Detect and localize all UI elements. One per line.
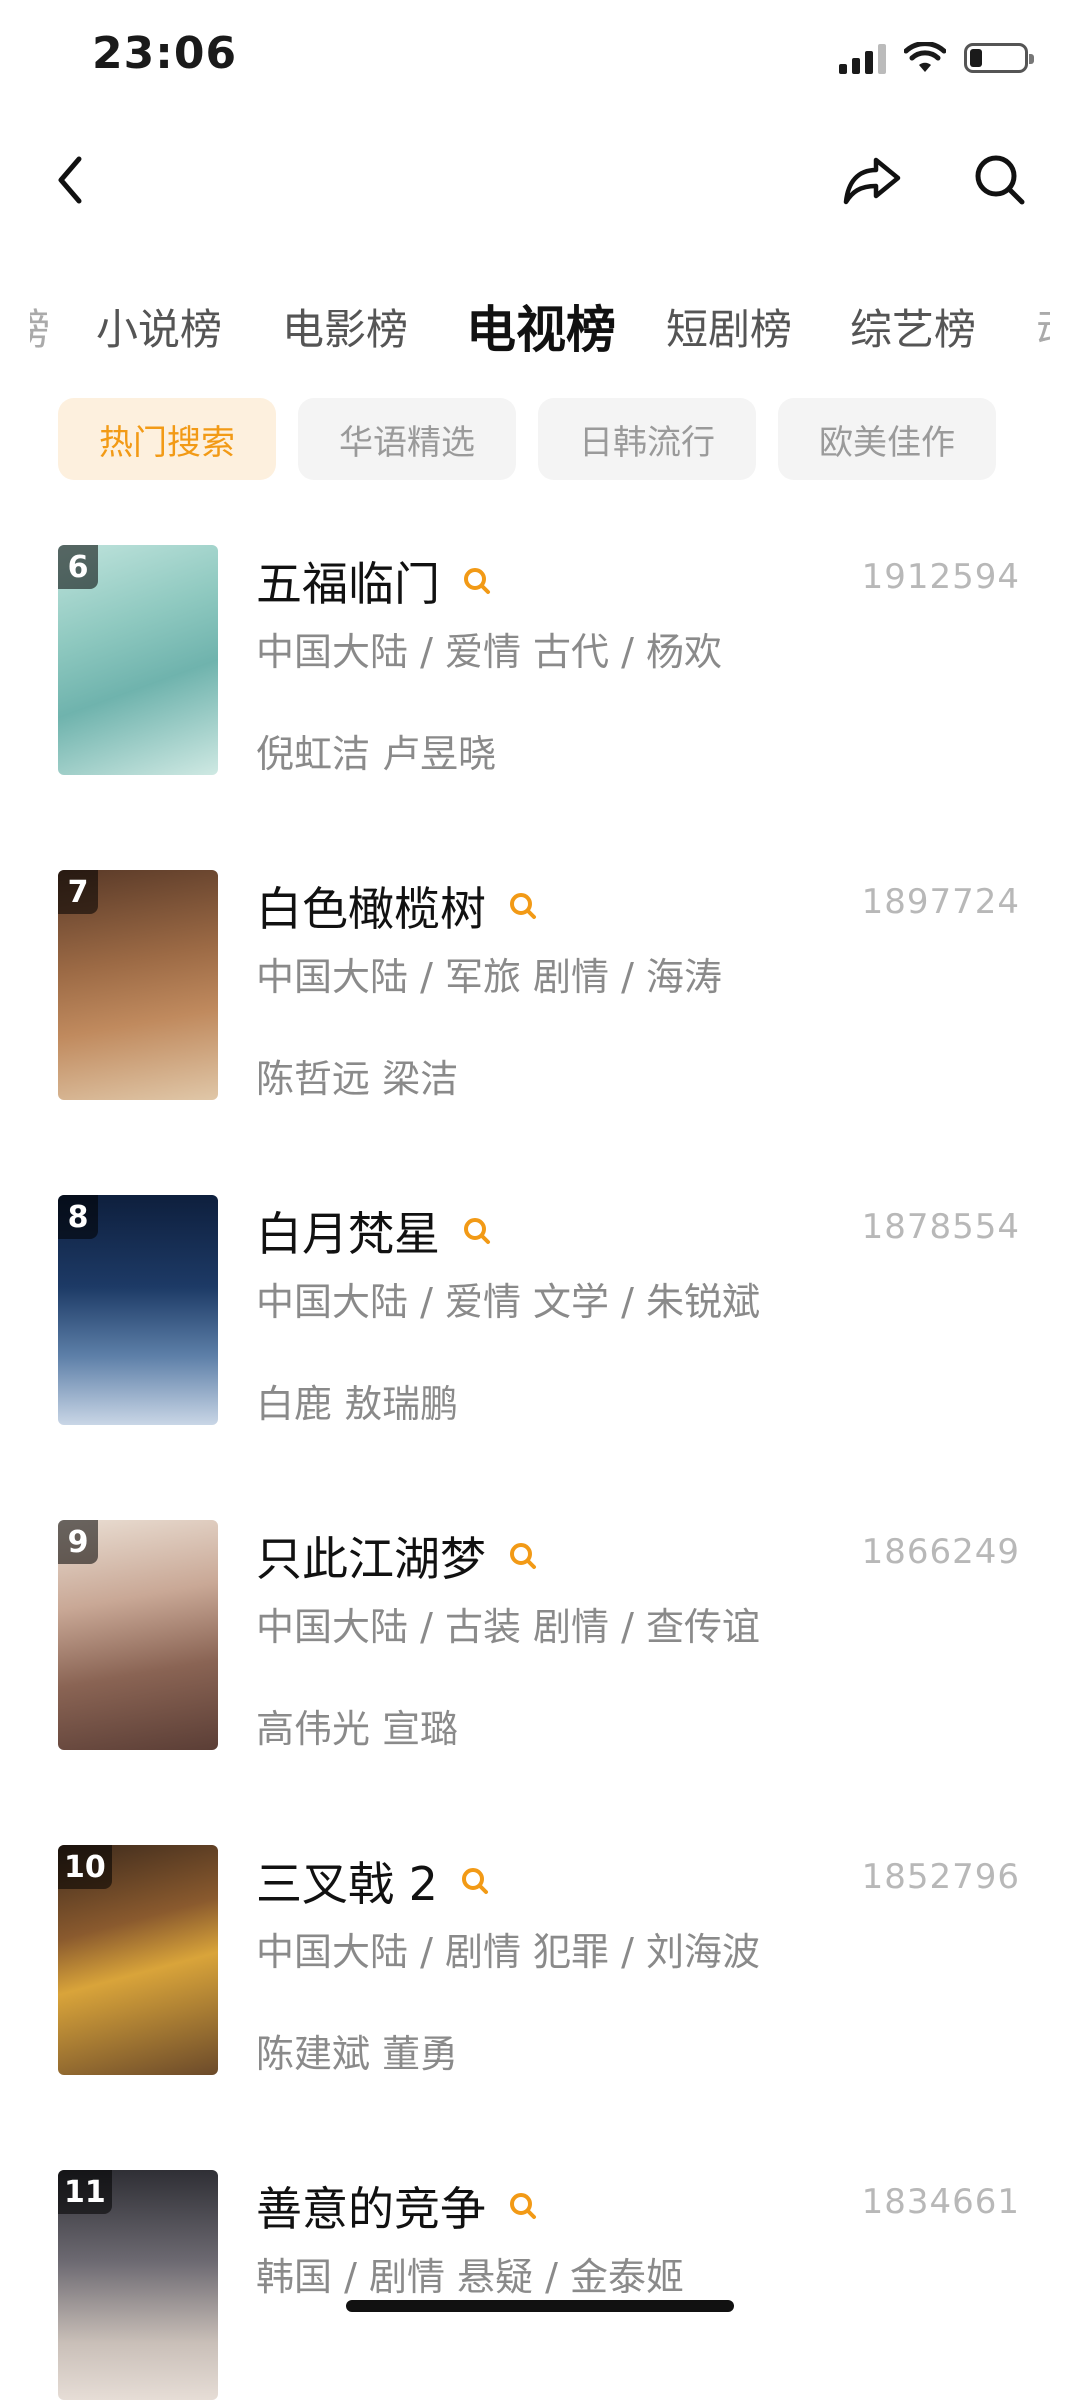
status-icons xyxy=(839,38,1034,78)
chip-chinese[interactable]: 华语精选 xyxy=(298,398,516,480)
home-indicator[interactable] xyxy=(346,2300,734,2312)
tab-previous[interactable]: 榜 xyxy=(30,290,50,370)
poster-image: 7 xyxy=(58,870,218,1100)
tab-movie[interactable]: 电影榜 xyxy=(282,290,408,370)
back-button[interactable] xyxy=(40,150,100,210)
item-meta: 中国大陆 / 剧情 犯罪 / 刘海波 xyxy=(256,1930,761,1974)
poster-image: 8 xyxy=(58,1195,218,1425)
status-bar: 23:06 xyxy=(0,0,1080,110)
search-button[interactable] xyxy=(968,148,1032,212)
search-small-icon xyxy=(464,1218,490,1244)
item-cast: 陈建斌 董勇 xyxy=(256,2032,459,2076)
search-count: 1866249 xyxy=(861,1532,1020,1572)
category-tabs: 榜 小说榜 电影榜 电视榜 短剧榜 综艺榜 动 xyxy=(0,290,1080,370)
search-count: 1878554 xyxy=(861,1207,1020,1247)
chip-hot-search[interactable]: 热门搜索 xyxy=(58,398,276,480)
battery-icon xyxy=(964,43,1034,73)
list-item[interactable]: 9 只此江湖梦 1866249 中国大陆 / 古装 剧情 / 查传谊 高伟光 宣… xyxy=(0,1520,1080,1751)
list-item[interactable]: 6 五福临门 1912594 中国大陆 / 爱情 古代 / 杨欢 倪虹洁 卢昱晓 xyxy=(0,545,1080,776)
search-small-icon xyxy=(510,1543,536,1569)
poster-image: 9 xyxy=(58,1520,218,1750)
search-small-icon xyxy=(461,1868,488,1894)
search-small-icon xyxy=(464,568,490,594)
wifi-icon xyxy=(904,42,946,72)
rank-badge: 9 xyxy=(58,1520,98,1564)
chip-japan-korea[interactable]: 日韩流行 xyxy=(538,398,756,480)
tab-variety[interactable]: 综艺榜 xyxy=(850,290,976,370)
tab-tv[interactable]: 电视榜 xyxy=(466,290,616,370)
search-icon xyxy=(975,155,1025,205)
tab-short-drama[interactable]: 短剧榜 xyxy=(666,290,792,370)
search-count: 1897724 xyxy=(861,882,1020,922)
search-small-icon xyxy=(510,893,536,919)
item-title: 五福临门 xyxy=(256,557,440,611)
tab-next[interactable]: 动 xyxy=(1036,290,1050,370)
search-count: 1852796 xyxy=(861,1857,1020,1897)
item-title: 三叉戟 2 xyxy=(256,1857,438,1911)
rank-badge: 6 xyxy=(58,545,98,589)
item-title: 善意的竞争 xyxy=(256,2182,486,2236)
status-time: 23:06 xyxy=(92,28,238,79)
nav-bar xyxy=(0,130,1080,230)
share-icon xyxy=(843,157,901,205)
item-title: 白色橄榄树 xyxy=(256,882,486,936)
item-title: 只此江湖梦 xyxy=(256,1532,486,1586)
item-meta: 中国大陆 / 爱情 古代 / 杨欢 xyxy=(256,630,723,674)
item-meta: 中国大陆 / 军旅 剧情 / 海涛 xyxy=(256,955,723,999)
item-meta: 中国大陆 / 古装 剧情 / 查传谊 xyxy=(256,1605,761,1649)
poster-image: 10 xyxy=(58,1845,218,2075)
item-title: 白月梵星 xyxy=(256,1207,440,1261)
filter-chips: 热门搜索 华语精选 日韩流行 欧美佳作 xyxy=(58,398,996,480)
rank-badge: 11 xyxy=(58,2170,112,2214)
poster-image: 11 xyxy=(58,2170,218,2400)
chip-western[interactable]: 欧美佳作 xyxy=(778,398,996,480)
tab-novel[interactable]: 小说榜 xyxy=(96,290,222,370)
list-item[interactable]: 10 三叉戟 2 1852796 中国大陆 / 剧情 犯罪 / 刘海波 陈建斌 … xyxy=(0,1845,1080,2076)
item-meta: 韩国 / 剧情 悬疑 / 金泰姬 xyxy=(256,2255,685,2299)
item-cast: 倪虹洁 卢昱晓 xyxy=(256,732,497,776)
item-cast: 白鹿 敖瑞鹏 xyxy=(256,1382,459,1426)
item-cast: 陈哲远 梁洁 xyxy=(256,1057,459,1101)
rank-badge: 8 xyxy=(58,1195,98,1239)
cellular-signal-icon xyxy=(839,42,886,74)
rank-badge: 7 xyxy=(58,870,98,914)
list-item[interactable]: 7 白色橄榄树 1897724 中国大陆 / 军旅 剧情 / 海涛 陈哲远 梁洁 xyxy=(0,870,1080,1101)
list-item[interactable]: 8 白月梵星 1878554 中国大陆 / 爱情 文学 / 朱锐斌 白鹿 敖瑞鹏 xyxy=(0,1195,1080,1426)
list-item[interactable]: 11 善意的竞争 1834661 韩国 / 剧情 悬疑 / 金泰姬 xyxy=(0,2170,1080,2400)
back-arrow-icon xyxy=(58,156,82,204)
share-button[interactable] xyxy=(840,148,904,212)
rank-badge: 10 xyxy=(58,1845,112,1889)
item-meta: 中国大陆 / 爱情 文学 / 朱锐斌 xyxy=(256,1280,761,1324)
poster-image: 6 xyxy=(58,545,218,775)
search-count: 1912594 xyxy=(861,557,1020,597)
item-cast: 高伟光 宣璐 xyxy=(256,1707,459,1751)
search-small-icon xyxy=(510,2193,536,2219)
search-count: 1834661 xyxy=(861,2182,1020,2222)
